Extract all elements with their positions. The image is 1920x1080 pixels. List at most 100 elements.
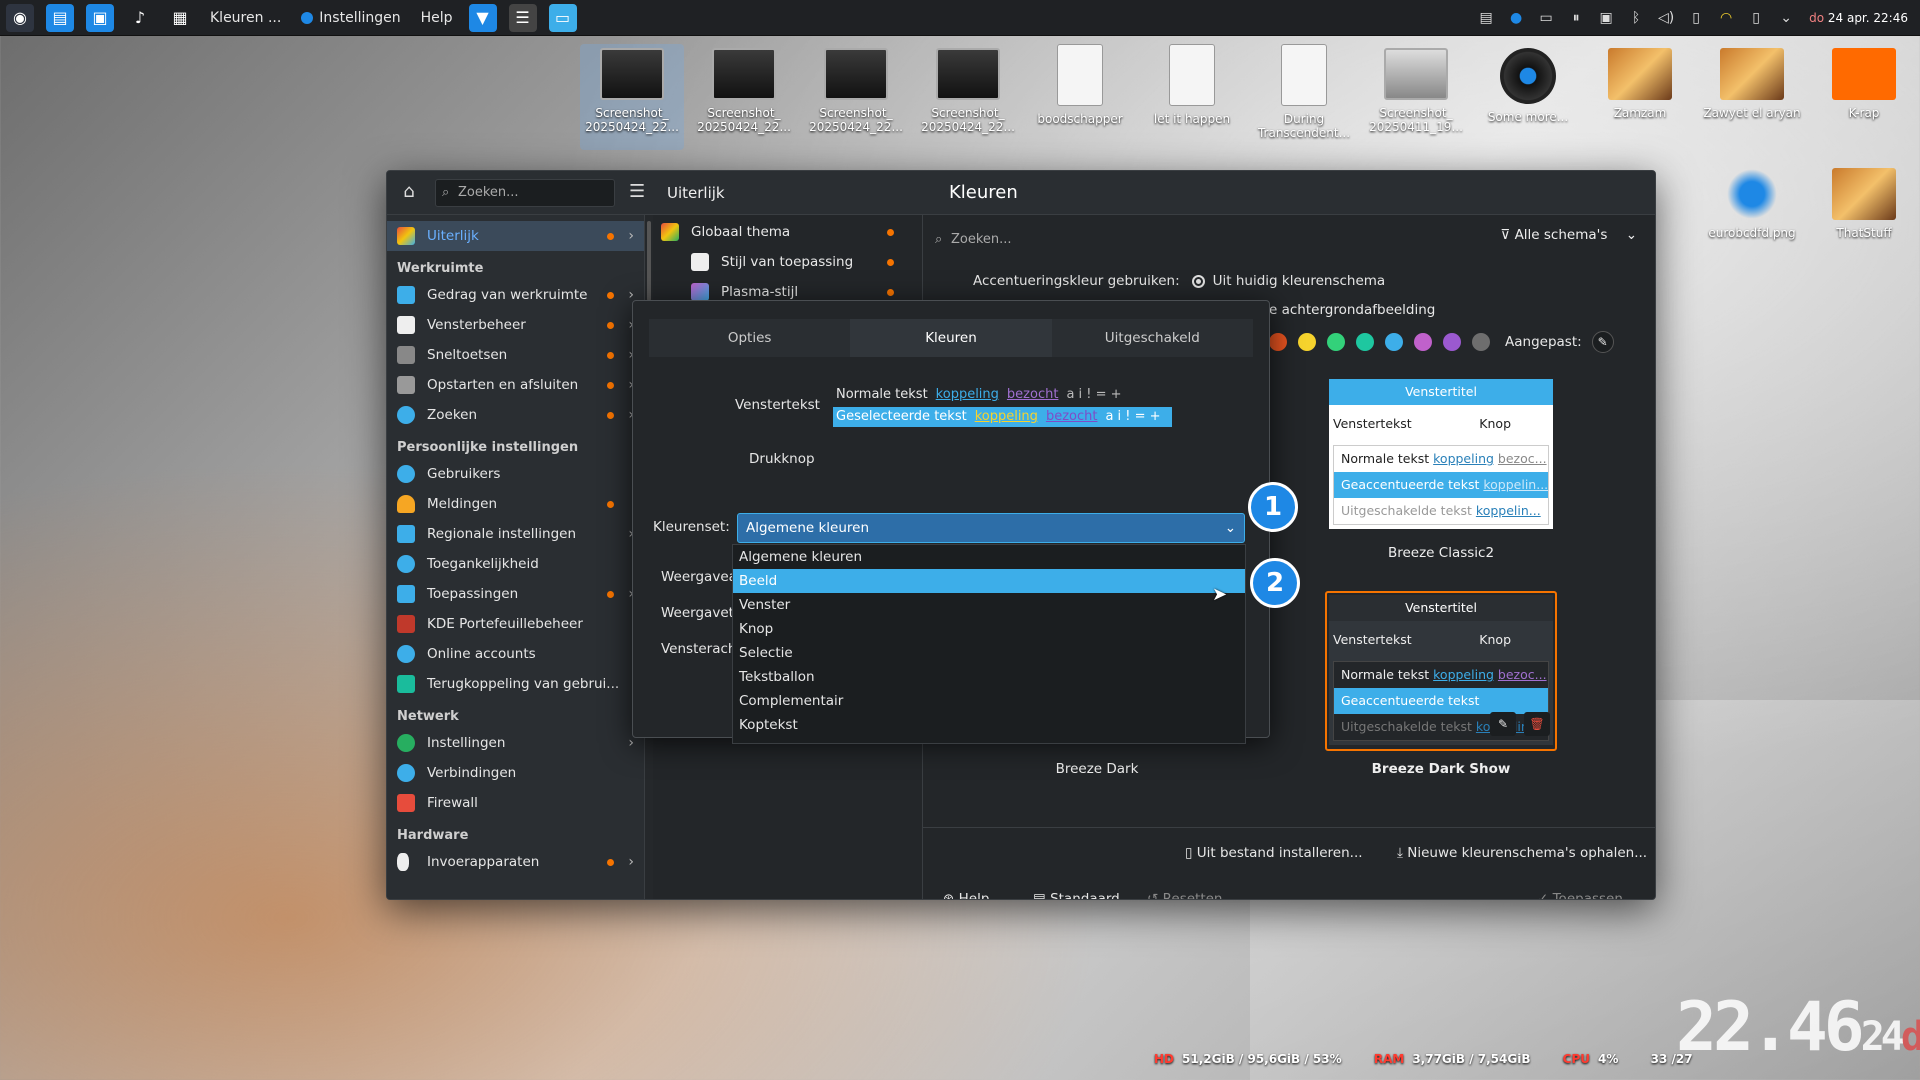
option-beeld[interactable]: Beeld xyxy=(733,569,1245,593)
clock[interactable]: do 24 apr. 22:46 xyxy=(1809,11,1908,25)
swatch-blue[interactable] xyxy=(1385,333,1403,351)
swatch-magenta[interactable] xyxy=(1414,333,1432,351)
task-instellingen[interactable]: Instellingen xyxy=(301,10,401,26)
sidebar-item-net-instellingen[interactable]: Instellingen › xyxy=(387,728,644,758)
swatch-green[interactable] xyxy=(1327,333,1345,351)
sidebar-item-toegankelijkheid[interactable]: Toegankelijkheid xyxy=(387,549,644,579)
subpage-stijl[interactable]: Stijl van toepassing xyxy=(653,247,922,277)
desktop-icon[interactable]: Screenshot_ 20250424_22... xyxy=(916,48,1020,134)
swatch-teal[interactable] xyxy=(1356,333,1374,351)
desktop-icon[interactable]: ThatStuff xyxy=(1812,168,1916,240)
brave-browser-icon[interactable]: ▼ xyxy=(468,3,497,32)
clipboard-icon[interactable]: ▤ xyxy=(1476,8,1496,28)
desktop-icon[interactable]: let it happen xyxy=(1140,44,1244,126)
wifi-icon[interactable]: ◠ xyxy=(1716,8,1736,28)
option-selectie[interactable]: Selectie xyxy=(733,641,1245,665)
bluetooth-icon[interactable]: ᛒ xyxy=(1626,8,1646,28)
desktop-icon[interactable]: Some more... xyxy=(1476,48,1580,124)
pencil-icon[interactable]: ✎ xyxy=(1490,712,1516,736)
startup-icon xyxy=(397,376,415,394)
menu-help[interactable]: Help xyxy=(421,10,453,26)
system-settings-icon[interactable]: ☰ xyxy=(508,3,537,32)
sidebar-item-invoer[interactable]: Invoerapparaten › xyxy=(387,847,644,877)
swatch-red[interactable] xyxy=(1269,333,1287,351)
get-new-schemes-button[interactable]: ⤓ Nieuwe kleurenschema's ophalen... xyxy=(1397,845,1647,861)
scrollbar-thumb[interactable] xyxy=(647,221,651,301)
desktop-icon[interactable]: Screenshot_ 20250424_22... xyxy=(580,44,684,150)
sidebar-item-toepassingen[interactable]: Toepassingen› xyxy=(387,579,644,609)
tab-uitgeschakeld[interactable]: Uitgeschakeld xyxy=(1052,319,1253,357)
euro-image-icon xyxy=(1720,168,1784,220)
accent-label: Accentueringskleur gebruiken: xyxy=(973,273,1180,289)
window-overview-icon[interactable]: ▦ xyxy=(166,4,194,32)
tab-kleuren[interactable]: Kleuren xyxy=(850,319,1052,357)
swatch-purple[interactable] xyxy=(1443,333,1461,351)
sidebar-item-opstarten[interactable]: Opstarten en afsluiten› xyxy=(387,370,644,400)
sidebar-item-uiterlijk[interactable]: Uiterlijk › xyxy=(387,221,644,251)
desktop-icon[interactable]: boodschapper xyxy=(1028,44,1132,126)
apply-button[interactable]: ✓ Toepassen xyxy=(1537,891,1623,899)
drive-icon[interactable]: ▭ xyxy=(1536,8,1556,28)
sidebar-item-sneltoetsen[interactable]: Sneltoetsen› xyxy=(387,340,644,370)
kleurenset-combobox[interactable]: Algemene kleuren ⌄ xyxy=(737,513,1245,543)
screen-icon[interactable]: ▣ xyxy=(1596,8,1616,28)
swatch-gray[interactable] xyxy=(1472,333,1490,351)
desktop-icon[interactable]: K-rap xyxy=(1812,48,1916,120)
task-kleuren[interactable]: Kleuren ... xyxy=(210,10,281,26)
install-from-file-button[interactable]: ▯ Uit bestand installeren... xyxy=(1185,845,1363,861)
option-tekstballon[interactable]: Tekstballon xyxy=(733,665,1245,689)
battery-icon[interactable]: ▯ xyxy=(1746,8,1766,28)
sidebar-item-zoeken[interactable]: Zoeken› xyxy=(387,400,644,430)
scheme-preview-breeze-classic2[interactable]: Venstertitel Venstertekst Knop Normale te… xyxy=(1329,379,1553,529)
sidebar-item-terugkoppeling[interactable]: Terugkoppeling van gebrui... xyxy=(387,669,644,699)
sidebar-item-gebruikers[interactable]: Gebruikers xyxy=(387,459,644,489)
hamburger-menu-icon[interactable]: ☰ xyxy=(629,181,645,202)
sidebar-item-meldingen[interactable]: Meldingen xyxy=(387,489,644,519)
app-launcher-icon[interactable]: ◉ xyxy=(6,3,34,32)
defaults-button[interactable]: ▤ Standaard xyxy=(1033,891,1120,899)
sidebar-item-verbindingen[interactable]: Verbindingen xyxy=(387,758,644,788)
phone-icon[interactable]: ▯ xyxy=(1686,8,1706,28)
help-button[interactable]: ⊛ Help xyxy=(943,891,989,899)
chevron-down-icon[interactable]: ⌄ xyxy=(1776,8,1796,28)
option-complementair[interactable]: Complementair xyxy=(733,689,1245,713)
desktop-icon[interactable]: Zawyet el aryan xyxy=(1700,48,1804,120)
sidebar-item-vensterbeheer[interactable]: Vensterbeheer› xyxy=(387,310,644,340)
sidebar-item-kde-wallet[interactable]: KDE Portefeuillebeheer xyxy=(387,609,644,639)
reset-button[interactable]: ↺ Resetten xyxy=(1147,891,1222,899)
accent-wallpaper-option[interactable]: e achtergrondafbeelding xyxy=(1269,302,1435,318)
scheme-filter-dropdown[interactable]: ⊽ Alle schema's ⌄ xyxy=(1500,227,1637,243)
sidebar-search-input[interactable]: ⌕ Zoeken... xyxy=(435,179,615,207)
desktop-icon[interactable]: Screenshot_ 20250424_22... xyxy=(804,48,908,134)
sidebar-item-online[interactable]: Online accounts xyxy=(387,639,644,669)
desktop-icon[interactable]: Screenshot_ 20250424_22... xyxy=(692,48,796,134)
pause-icon[interactable]: ⏸ xyxy=(1566,8,1586,28)
color-picker-icon[interactable]: ✎ xyxy=(1591,331,1614,353)
sidebar-item-firewall[interactable]: Firewall xyxy=(387,788,644,818)
volume-icon[interactable]: ◁) xyxy=(1656,8,1676,28)
tab-opties[interactable]: Opties xyxy=(649,319,850,357)
option-koptekst[interactable]: Koptekst xyxy=(733,713,1245,737)
swatch-yellow[interactable] xyxy=(1298,333,1316,351)
desktop-icon[interactable]: Screenshot_ 20250411_19... xyxy=(1364,48,1468,134)
sidebar-item-gedrag[interactable]: Gedrag van werkruimte › xyxy=(387,280,644,310)
option-venster[interactable]: Venster xyxy=(733,593,1245,617)
accent-radio-scheme[interactable] xyxy=(1191,274,1205,288)
trash-icon[interactable]: 🗑 xyxy=(1524,712,1550,736)
color-scheme-search-input[interactable]: ⌕ Zoeken... xyxy=(933,225,1433,255)
file-manager-icon[interactable]: ▣ xyxy=(86,3,114,32)
messenger-icon[interactable]: ● xyxy=(1506,8,1526,28)
window-icon[interactable]: ▭ xyxy=(548,3,577,32)
music-icon[interactable]: ♪ xyxy=(126,4,154,32)
regional-flag-icon xyxy=(397,525,415,543)
option-algemene-kleuren[interactable]: Algemene kleuren xyxy=(733,545,1245,569)
option-knop[interactable]: Knop xyxy=(733,617,1245,641)
subpage-globaal-thema[interactable]: Globaal thema xyxy=(653,217,922,247)
desktop-icon[interactable]: During Transcendent... xyxy=(1252,44,1356,140)
home-icon[interactable]: ⌂ xyxy=(397,181,421,205)
desktop-icon[interactable]: eurobcdfd.png xyxy=(1700,168,1804,240)
desktop-icon[interactable]: Zamzam xyxy=(1588,48,1692,120)
image-file-icon xyxy=(1720,48,1784,100)
text-editor-icon[interactable]: ▤ xyxy=(46,3,74,32)
sidebar-item-regionaal[interactable]: Regionale instellingen› xyxy=(387,519,644,549)
